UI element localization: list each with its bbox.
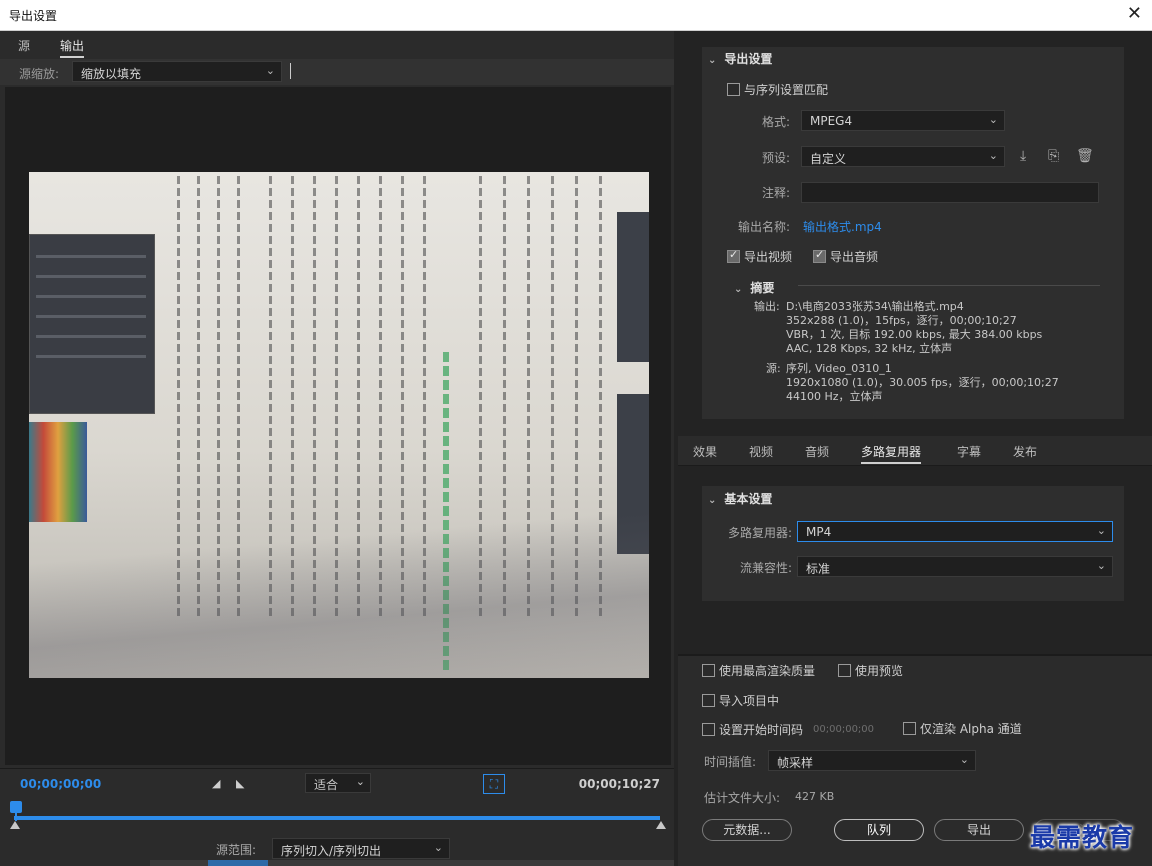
- chevron-down-icon: ⌄: [988, 149, 998, 162]
- source-zoom-label: 源缩放:: [19, 67, 60, 81]
- export-settings-panel: ⌄ 导出设置 与序列设置匹配 格式: MPEG4 ⌄ 预设: 自定义 ⌄ ⤓ ⎘ 🗑 …: [702, 47, 1124, 419]
- summary-output-key: 输出:: [754, 300, 780, 313]
- basic-settings-panel: ⌄ 基本设置 多路复用器: MP4 ⌄ 流兼容性: 标准 ⌄: [702, 486, 1124, 601]
- summary-header[interactable]: ⌄ 摘要: [734, 279, 774, 296]
- source-output-tabs: 源 输出: [0, 31, 674, 59]
- taskbar-strip: [150, 860, 674, 866]
- stream-compat-dropdown[interactable]: 标准 ⌄: [797, 556, 1113, 577]
- max-render-quality-checkbox[interactable]: 使用最高渲染质量: [702, 662, 815, 679]
- tab-video[interactable]: 视频: [749, 443, 773, 460]
- summary-divider: [798, 285, 1100, 286]
- export-settings-header[interactable]: ⌄ 导出设置: [708, 50, 772, 67]
- source-range-value: 序列切入/序列切出: [281, 844, 382, 858]
- export-button[interactable]: 导出: [934, 819, 1024, 841]
- chevron-down-icon: ⌄: [355, 775, 365, 788]
- watermark-logo: 最需教育: [1030, 823, 1135, 852]
- settings-tabs: 效果 视频 音频 多路复用器 字幕 发布: [678, 436, 1152, 466]
- chevron-down-icon: ⌄: [959, 753, 969, 766]
- export-video-checkbox[interactable]: 导出视频: [727, 248, 792, 265]
- end-timecode: 00;00;10;27: [578, 777, 660, 791]
- preset-label: 预设:: [761, 151, 790, 165]
- preset-dropdown[interactable]: 自定义 ⌄: [801, 146, 1005, 167]
- source-range-dropdown[interactable]: 序列切入/序列切出 ⌄: [272, 838, 450, 859]
- basic-settings-header[interactable]: ⌄ 基本设置: [708, 490, 772, 507]
- tab-multiplexer[interactable]: 多路复用器: [861, 443, 922, 464]
- comment-input[interactable]: [801, 182, 1099, 203]
- summary-source-key: 源:: [766, 362, 781, 375]
- fit-value: 适合: [314, 778, 339, 792]
- chevron-down-icon: ⌄: [734, 284, 743, 295]
- output-name-label: 输出名称:: [737, 220, 790, 234]
- save-preset-icon[interactable]: ⤓: [1020, 148, 1026, 164]
- import-into-project-checkbox[interactable]: 导入项目中: [702, 692, 779, 709]
- time-interpolation-dropdown[interactable]: 帧采样 ⌄: [768, 750, 976, 771]
- crop-icon[interactable]: ⛶: [483, 774, 505, 794]
- multiplexer-label: 多路复用器:: [727, 526, 792, 540]
- preview-panel: 源 输出 源缩放: 缩放以填充 ⌄ 00;00;00;00 ◢ ◣ 适合 ⌄ ⛶…: [0, 31, 674, 866]
- use-preview-checkbox[interactable]: 使用预览: [838, 662, 903, 679]
- tab-publish[interactable]: 发布: [1013, 443, 1037, 460]
- set-start-timecode-checkbox[interactable]: 设置开始时间码 00;00;00;00: [702, 721, 874, 738]
- estimated-filesize-label: 估计文件大小:: [704, 791, 781, 805]
- out-point-icon[interactable]: [656, 821, 666, 829]
- source-zoom-dropdown[interactable]: 缩放以填充 ⌄: [72, 61, 282, 82]
- in-point-icon[interactable]: [10, 821, 20, 829]
- source-zoom-row: 源缩放: 缩放以填充 ⌄: [0, 59, 674, 85]
- window-title: 导出设置: [9, 9, 58, 23]
- tab-output[interactable]: 输出: [60, 37, 85, 58]
- stream-compat-label: 流兼容性:: [739, 561, 792, 575]
- comment-label: 注释:: [761, 186, 790, 200]
- timeline-scrubber[interactable]: [10, 801, 668, 833]
- format-label: 格式:: [761, 115, 790, 129]
- title-bar: 导出设置 ✕: [0, 0, 1152, 31]
- delete-preset-icon[interactable]: 🗑: [1076, 148, 1094, 164]
- tab-source[interactable]: 源: [18, 37, 30, 54]
- timecode-bar: 00;00;00;00 ◢ ◣ 适合 ⌄ ⛶ 00;00;10;27: [0, 768, 674, 798]
- chevron-down-icon: ⌄: [433, 841, 443, 854]
- format-dropdown[interactable]: MPEG4 ⌄: [801, 110, 1005, 131]
- source-range-label: 源范围:: [216, 843, 257, 857]
- estimated-filesize-value: 427 KB: [795, 790, 835, 803]
- metadata-button[interactable]: 元数据...: [702, 819, 792, 841]
- summary-output-lines: D:\电商2033张苏34\输出格式.mp4 352x288 (1.0)，15f…: [786, 300, 1043, 355]
- output-preview: [5, 87, 671, 765]
- tab-captions[interactable]: 字幕: [957, 443, 981, 460]
- source-zoom-value: 缩放以填充: [81, 67, 142, 81]
- text-cursor: [290, 63, 291, 79]
- start-timecode[interactable]: 00;00;00;00: [20, 777, 101, 791]
- close-icon[interactable]: ✕: [1127, 3, 1142, 24]
- export-audio-checkbox[interactable]: 导出音频: [813, 248, 878, 265]
- preview-frame: [29, 172, 649, 678]
- summary-source-lines: 序列, Video_0310_1 1920x1080 (1.0)，30.005 …: [786, 362, 1059, 403]
- chevron-down-icon: ⌄: [708, 55, 717, 66]
- match-sequence-checkbox[interactable]: 与序列设置匹配: [727, 81, 828, 98]
- multiplexer-dropdown[interactable]: MP4 ⌄: [797, 521, 1113, 542]
- playhead-line: [15, 809, 17, 821]
- time-interpolation-label: 时间插值:: [704, 755, 757, 769]
- export-settings-section: ⌄ 导出设置 与序列设置匹配 格式: MPEG4 ⌄ 预设: 自定义 ⌄ ⤓ ⎘ 🗑 …: [678, 31, 1152, 436]
- chevron-down-icon: ⌄: [1096, 559, 1106, 572]
- settings-tabs-section: 效果 视频 音频 多路复用器 字幕 发布 ⌄ 基本设置 多路复用器: MP4 ⌄ 流…: [678, 436, 1152, 652]
- tab-effects[interactable]: 效果: [693, 443, 717, 460]
- tab-audio[interactable]: 音频: [805, 443, 829, 460]
- chevron-down-icon: ⌄: [265, 64, 275, 77]
- timeline-track[interactable]: [14, 816, 660, 820]
- chevron-down-icon: ⌄: [988, 113, 998, 126]
- fit-dropdown[interactable]: 适合 ⌄: [305, 773, 371, 793]
- output-name-link[interactable]: 输出格式.mp4: [803, 218, 882, 235]
- import-preset-icon[interactable]: ⎘: [1048, 148, 1059, 164]
- queue-button[interactable]: 队列: [834, 819, 924, 841]
- chevron-down-icon: ⌄: [708, 495, 717, 506]
- chevron-down-icon: ⌄: [1096, 524, 1106, 537]
- alpha-only-checkbox[interactable]: 仅渲染 Alpha 通道: [903, 720, 1022, 737]
- mark-in-icon[interactable]: ◢: [212, 777, 220, 790]
- start-timecode-input: 00;00;00;00: [813, 724, 875, 735]
- mark-out-icon[interactable]: ◣: [236, 777, 244, 790]
